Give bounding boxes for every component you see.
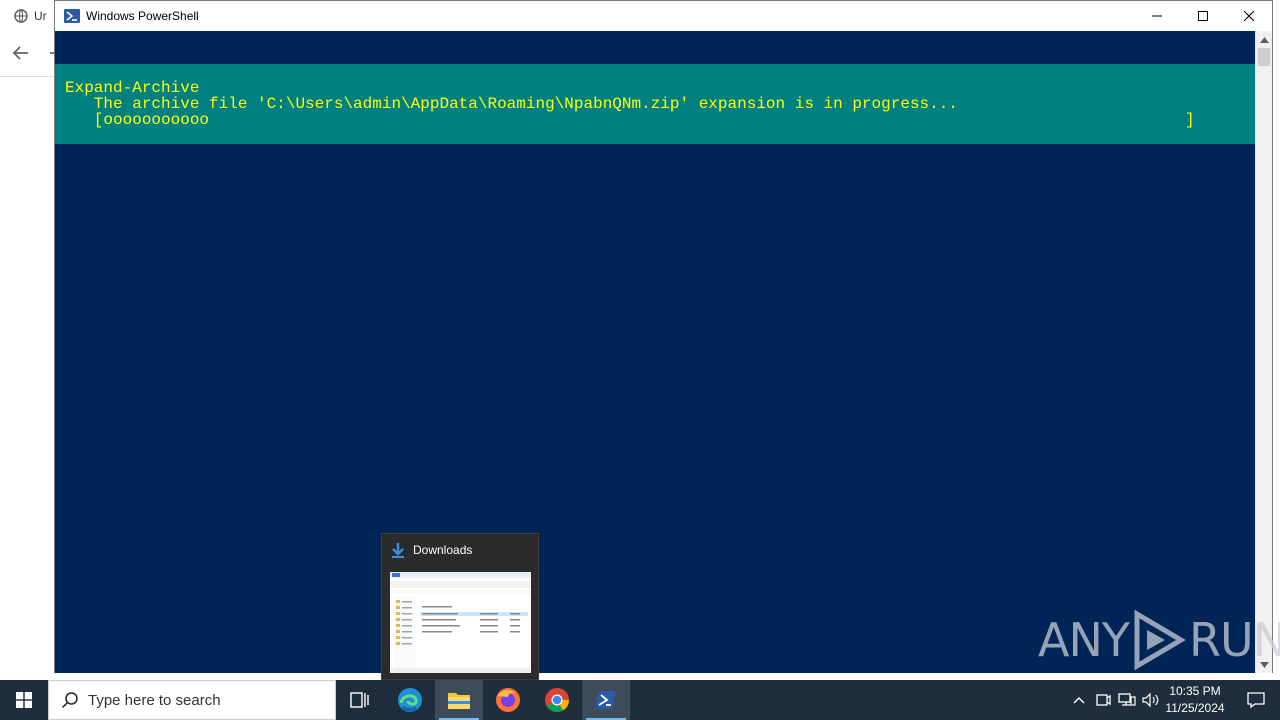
maximize-button[interactable] bbox=[1180, 1, 1226, 31]
taskbar-app-firefox[interactable] bbox=[484, 680, 532, 720]
minimize-icon bbox=[1152, 15, 1162, 17]
meet-icon bbox=[1096, 694, 1111, 706]
notification-center-button[interactable] bbox=[1232, 680, 1280, 720]
window-title: Windows PowerShell bbox=[86, 9, 199, 23]
vertical-scrollbar[interactable] bbox=[1255, 31, 1272, 673]
close-icon bbox=[1244, 11, 1254, 21]
tray-meet-now[interactable] bbox=[1092, 680, 1114, 720]
desktop: Ur Windows PowerShell Expand-Archive The… bbox=[0, 0, 1280, 720]
search-placeholder: Type here to search bbox=[88, 691, 221, 709]
taskbar-app-file-explorer[interactable] bbox=[435, 680, 483, 720]
notification-icon bbox=[1247, 692, 1265, 709]
search-icon bbox=[61, 692, 78, 709]
folder-icon bbox=[448, 693, 470, 709]
thumbnail-header: Downloads bbox=[390, 542, 472, 558]
watermark-text-left: ANY bbox=[1038, 613, 1130, 667]
task-view-icon bbox=[350, 692, 369, 708]
volume-icon bbox=[1142, 692, 1159, 708]
globe-icon bbox=[14, 9, 28, 23]
title-bar[interactable]: Windows PowerShell bbox=[55, 1, 1272, 31]
browser-divider bbox=[0, 76, 54, 77]
maximize-icon bbox=[1198, 11, 1208, 21]
scroll-thumb[interactable] bbox=[1258, 48, 1270, 66]
progress-region: Expand-Archive The archive file 'C:\User… bbox=[55, 64, 1256, 144]
explorer-preview[interactable] bbox=[390, 572, 531, 673]
taskbar-thumbnail-popup[interactable]: Downloads bbox=[381, 533, 539, 680]
download-arrow-icon bbox=[392, 543, 404, 558]
tray-volume[interactable] bbox=[1140, 680, 1162, 720]
taskbar: Type here to search 10:35 PM 11/25/2024 bbox=[0, 680, 1280, 720]
clock-date: 11/25/2024 bbox=[1165, 701, 1225, 715]
taskbar-app-chrome[interactable] bbox=[533, 680, 581, 720]
progress-bar-text: [ooooooooooo bbox=[65, 111, 210, 129]
progress-status: The archive file 'C:\Users\admin\AppData… bbox=[65, 95, 958, 113]
minimize-button[interactable] bbox=[1134, 1, 1180, 31]
progress-activity: Expand-Archive bbox=[65, 79, 200, 97]
windows-logo-icon bbox=[16, 692, 32, 708]
edge-icon bbox=[398, 688, 422, 712]
taskbar-clock[interactable]: 10:35 PM 11/25/2024 bbox=[1160, 683, 1230, 717]
show-hidden-icons-button[interactable] bbox=[1068, 680, 1090, 720]
close-button[interactable] bbox=[1226, 1, 1272, 31]
powershell-icon bbox=[595, 691, 616, 709]
watermark-text-right: RUN bbox=[1188, 613, 1280, 667]
explorer-preview-image bbox=[390, 572, 531, 673]
taskbar-app-powershell[interactable] bbox=[582, 680, 630, 720]
chevron-up-icon bbox=[1073, 697, 1085, 704]
thumbnail-title: Downloads bbox=[413, 543, 473, 557]
powershell-window[interactable]: Windows PowerShell Expand-Archive The ar… bbox=[54, 0, 1273, 673]
firefox-icon bbox=[496, 688, 520, 712]
anyrun-watermark: ANY RUN bbox=[1038, 608, 1280, 672]
taskbar-search-box[interactable]: Type here to search bbox=[48, 680, 336, 720]
chrome-icon bbox=[545, 688, 569, 713]
console-area[interactable]: Expand-Archive The archive file 'C:\User… bbox=[55, 31, 1256, 673]
taskbar-app-task-view[interactable] bbox=[336, 680, 384, 720]
clock-time: 10:35 PM bbox=[1169, 684, 1221, 698]
progress-bar-end: ] bbox=[1185, 111, 1195, 129]
browser-tab-label: Ur bbox=[34, 9, 47, 23]
browser-tab[interactable]: Ur bbox=[14, 4, 54, 28]
play-logo-icon bbox=[1134, 610, 1186, 670]
tray-network[interactable] bbox=[1116, 680, 1138, 720]
taskbar-app-edge[interactable] bbox=[386, 680, 434, 720]
network-icon bbox=[1118, 693, 1136, 706]
chevron-up-icon bbox=[1260, 36, 1269, 43]
powershell-icon bbox=[64, 9, 80, 23]
back-arrow-icon[interactable] bbox=[12, 44, 30, 62]
scroll-up-button[interactable] bbox=[1256, 31, 1273, 48]
start-button[interactable] bbox=[0, 680, 48, 720]
window-controls bbox=[1134, 1, 1272, 31]
